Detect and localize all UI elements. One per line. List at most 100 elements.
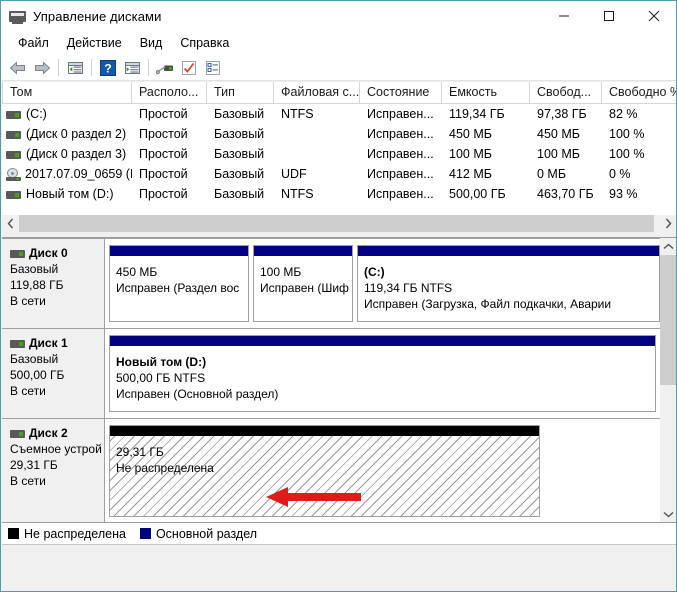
disk-info-panel[interactable]: Диск 1 Базовый 500,00 ГБ В сети [2, 329, 105, 418]
window-controls [541, 1, 676, 31]
partition-title: Новый том (D:) [116, 355, 207, 369]
drive-icon [6, 189, 21, 200]
cell-fs: NTFS [281, 107, 314, 121]
partition-2-0[interactable]: 29,31 ГБ Не распределена [109, 425, 540, 517]
scroll-left-icon[interactable] [2, 215, 19, 232]
cell-capacity: 450 МБ [449, 127, 492, 141]
cell-volume: (C:) [2, 107, 132, 121]
back-arrow-icon[interactable] [6, 57, 30, 79]
check-icon[interactable] [177, 57, 201, 79]
properties-icon[interactable] [201, 57, 225, 79]
partition-area: 450 МБ Исправен (Раздел вос 100 МБ Исправен… [105, 239, 664, 328]
disk-rows-container: Диск 0 Базовый 119,88 ГБ В сети 450 МБ Исправ… [2, 238, 660, 522]
hscroll-thumb[interactable] [19, 215, 654, 232]
column-header-5[interactable]: Емкость [442, 82, 530, 104]
column-header-7[interactable]: Свободно % [602, 82, 676, 104]
show-action-pane-icon[interactable] [120, 57, 144, 79]
cell-volume: Новый том (D:) [2, 187, 132, 201]
column-header-6[interactable]: Свобод... [530, 82, 602, 104]
close-button[interactable] [631, 1, 676, 31]
disk-view-vscrollbar[interactable] [660, 238, 676, 522]
toolbar: ? [1, 55, 676, 81]
menu-action[interactable]: Действие [58, 33, 131, 53]
legend-item-1: Основной раздел [139, 527, 257, 541]
column-header-3[interactable]: Файловая с... [274, 82, 360, 104]
column-header-2[interactable]: Тип [207, 82, 274, 104]
column-header-0[interactable]: Том [2, 82, 132, 104]
cell-free_pct: 93 % [609, 187, 638, 201]
disk-management-icon [9, 9, 26, 24]
column-header-4[interactable]: Состояние [360, 82, 442, 104]
toolbar-separator [91, 59, 92, 76]
vscroll-track[interactable] [660, 255, 676, 506]
forward-arrow-icon[interactable] [30, 57, 54, 79]
cell-volume: (Диск 0 раздел 2) [2, 127, 132, 141]
scroll-down-icon[interactable] [660, 506, 676, 522]
drive-icon [10, 248, 25, 259]
disk-info-panel[interactable]: Диск 0 Базовый 119,88 ГБ В сети [2, 239, 105, 328]
rescan-disks-icon[interactable] [153, 57, 177, 79]
partition-text: 29,31 ГБ Не распределена [110, 436, 539, 476]
partition-size: 450 МБ [116, 265, 158, 279]
volume-list-hscrollbar[interactable] [2, 215, 676, 232]
table-row[interactable]: (C:) Простой Базовый NTFS Исправен... 119,34 … [2, 104, 676, 124]
partition-0-1[interactable]: 100 МБ Исправен (Шиф [253, 245, 353, 322]
toolbar-separator [148, 59, 149, 76]
disk-state: В сети [10, 294, 46, 308]
drive-icon [10, 428, 25, 439]
cell-layout: Простой [139, 147, 188, 161]
disk-row-0[interactable]: Диск 0 Базовый 119,88 ГБ В сети 450 МБ Исправ… [2, 239, 660, 328]
partition-size: 119,34 ГБ NTFS [364, 281, 453, 295]
up-one-level-icon[interactable] [63, 57, 87, 79]
partition-status: Исправен (Загрузка, Файл подкачки, Авари… [364, 297, 612, 311]
maximize-button[interactable] [586, 1, 631, 31]
legend-bar: Не распределена Основной раздел [2, 522, 676, 544]
cell-type: Базовый [214, 147, 265, 161]
cell-free: 463,70 ГБ [537, 187, 594, 201]
partition-color-band [254, 246, 352, 256]
table-row[interactable]: (Диск 0 раздел 2) Простой Базовый Исправен.… [2, 124, 676, 144]
column-header-1[interactable]: Располо... [132, 82, 207, 104]
disk-name: Диск 2 [10, 425, 104, 441]
cell-free_pct: 100 % [609, 127, 645, 141]
disk-type: Съемное устрой [10, 442, 102, 456]
menu-bar: Файл Действие Вид Справка [1, 31, 676, 55]
disk-state: В сети [10, 474, 46, 488]
disk-row-separator [2, 238, 660, 239]
legend-swatch [8, 528, 19, 539]
table-row[interactable]: 2017.07.09_0659 (E:) Простой Базовый UDF Исп… [2, 164, 676, 184]
partition-size: 29,31 ГБ [116, 445, 164, 459]
partition-text: 450 МБ Исправен (Раздел вос [110, 256, 248, 296]
vscroll-thumb[interactable] [660, 255, 676, 385]
disk-type: Базовый [10, 352, 59, 366]
help-icon[interactable]: ? [96, 57, 120, 79]
partition-color-band [358, 246, 659, 256]
disk-size: 119,88 ГБ [10, 278, 64, 292]
volume-name: 2017.07.09_0659 (E:) [25, 167, 132, 181]
cell-status: Исправен... [367, 187, 434, 201]
cell-volume: (Диск 0 раздел 3) [2, 147, 132, 161]
disk-row-1[interactable]: Диск 1 Базовый 500,00 ГБ В сети Новый том (D… [2, 329, 660, 418]
cell-capacity: 119,34 ГБ [449, 107, 505, 121]
menu-help[interactable]: Справка [171, 33, 238, 53]
scroll-right-icon[interactable] [660, 215, 676, 232]
minimize-button[interactable] [541, 1, 586, 31]
partition-0-0[interactable]: 450 МБ Исправен (Раздел вос [109, 245, 249, 322]
disk-row-2[interactable]: Диск 2 Съемное устрой 29,31 ГБ В сети 29,31 … [2, 419, 660, 522]
toolbar-separator [58, 59, 59, 76]
partition-area: Новый том (D:) 500,00 ГБ NTFS Исправен (Ос… [105, 329, 660, 418]
partition-1-0[interactable]: Новый том (D:) 500,00 ГБ NTFS Исправен (Ос… [109, 335, 656, 412]
menu-file[interactable]: Файл [9, 33, 58, 53]
status-bar [2, 544, 676, 591]
table-row[interactable]: (Диск 0 раздел 3) Простой Базовый Исправен.… [2, 144, 676, 164]
cell-capacity: 412 МБ [449, 167, 492, 181]
hscroll-track[interactable] [19, 215, 660, 232]
partition-0-2[interactable]: (C:) 119,34 ГБ NTFS Исправен (Загрузка, Фа… [357, 245, 660, 322]
disk-management-window: Управление дисками Файл Действие Вид Спр… [0, 0, 677, 592]
disk-info-panel[interactable]: Диск 2 Съемное устрой 29,31 ГБ В сети [2, 419, 105, 522]
table-row[interactable]: Новый том (D:) Простой Базовый NTFS Исправен… [2, 184, 676, 204]
partition-area: 29,31 ГБ Не распределена [105, 419, 660, 522]
partition-size: 100 МБ [260, 265, 302, 279]
scroll-up-icon[interactable] [660, 238, 676, 255]
menu-view[interactable]: Вид [131, 33, 172, 53]
